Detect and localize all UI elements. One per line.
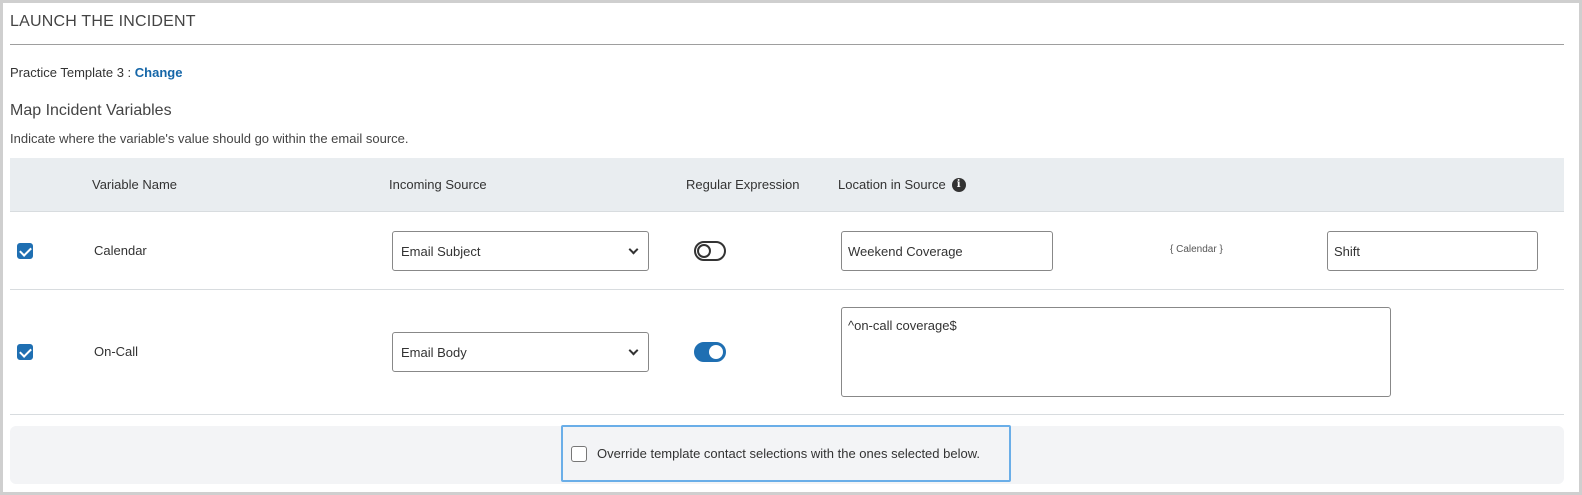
location-before-input[interactable]: Weekend Coverage: [841, 231, 1053, 271]
row-checkbox-on-call[interactable]: [17, 344, 33, 360]
variable-name: Calendar: [94, 243, 147, 258]
launch-incident-panel: LAUNCH THE INCIDENT Practice Template 3 …: [0, 0, 1582, 495]
header-location-label: Location in Source: [838, 177, 946, 192]
header-incoming-source: Incoming Source: [389, 177, 487, 192]
header-location-in-source: Location in Source i: [838, 177, 966, 192]
page-title: LAUNCH THE INCIDENT: [10, 13, 196, 30]
incoming-source-select[interactable]: Email Body: [392, 332, 649, 372]
info-icon[interactable]: i: [951, 177, 966, 192]
table-row-on-call: On-Call Email Body ^on-call coverage$: [10, 290, 1564, 415]
variable-token: { Calendar }: [1170, 244, 1223, 255]
header-regular-expression: Regular Expression: [686, 177, 800, 192]
section-description: Indicate where the variable's value shou…: [10, 131, 409, 146]
template-selection: Practice Template 3 : Change: [10, 65, 182, 80]
regex-toggle[interactable]: [694, 342, 726, 362]
chevron-down-icon: [628, 345, 639, 355]
variables-table-header: Variable Name Incoming Source Regular Ex…: [10, 158, 1564, 212]
row-checkbox-calendar[interactable]: [17, 243, 33, 259]
variable-name: On-Call: [94, 344, 139, 359]
template-separator: :: [123, 65, 135, 80]
override-label: Override template contact selections wit…: [597, 446, 980, 461]
location-after-input[interactable]: Shift: [1327, 231, 1538, 271]
regex-textarea[interactable]: ^on-call coverage$: [841, 307, 1391, 397]
chevron-down-icon: [628, 244, 639, 254]
regex-toggle[interactable]: [694, 241, 726, 261]
override-checkbox[interactable]: [571, 445, 587, 462]
section-title: Map Incident Variables: [10, 102, 172, 119]
table-row-calendar: Calendar Email Subject Weekend Coverage …: [10, 213, 1564, 290]
incoming-source-value: Email Body: [401, 344, 467, 360]
template-name: Practice Template 3: [10, 65, 124, 80]
toggle-knob: [697, 244, 711, 258]
title-divider: [10, 44, 1564, 45]
change-template-link[interactable]: Change: [135, 65, 183, 80]
incoming-source-value: Email Subject: [401, 243, 481, 259]
incoming-source-select[interactable]: Email Subject: [392, 231, 649, 271]
toggle-knob: [709, 345, 723, 359]
header-variable-name: Variable Name: [92, 177, 178, 192]
override-contacts-option[interactable]: Override template contact selections wit…: [561, 425, 1011, 482]
